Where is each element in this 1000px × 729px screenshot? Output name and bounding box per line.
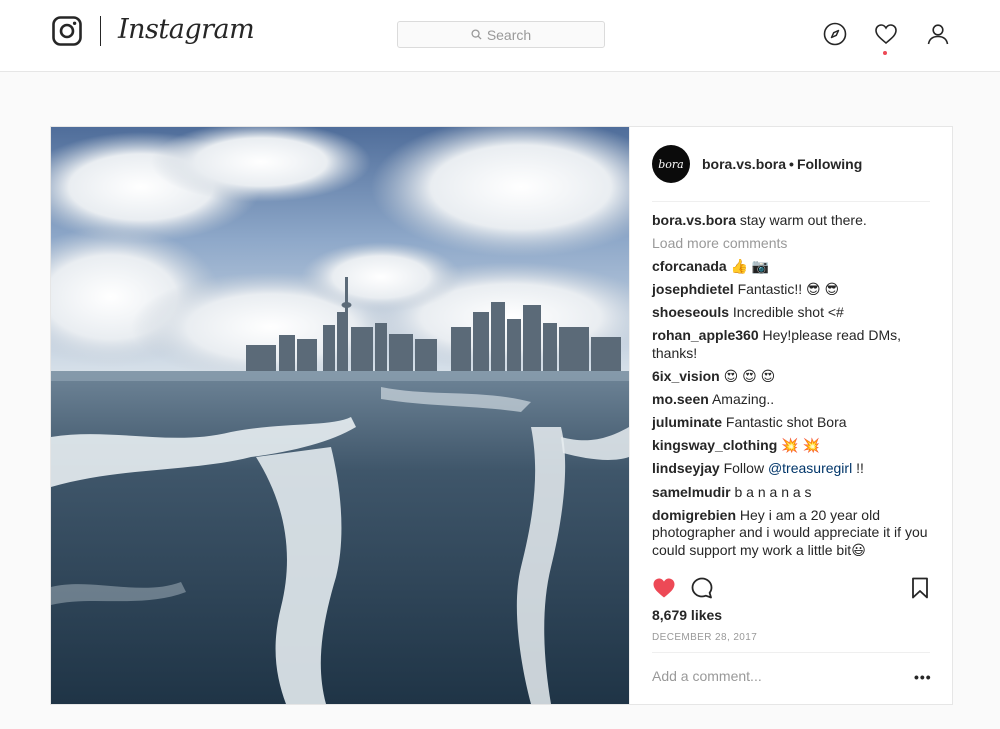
load-more-comments-button[interactable]: Load more comments (652, 235, 934, 253)
bookmark-icon[interactable] (908, 576, 934, 602)
notification-dot (883, 51, 887, 55)
comment-username[interactable]: bora.vs.bora (652, 212, 736, 228)
comment-username[interactable]: lindseyjay (652, 460, 720, 476)
compass-icon[interactable] (822, 21, 848, 47)
comment-item: lindseyjay Follow @treasuregirl !! (652, 460, 934, 478)
search-placeholder: Search (486, 26, 532, 43)
comment-text: 👍 📷 (730, 258, 770, 275)
search-input[interactable]: Search (397, 21, 605, 48)
divider (652, 201, 930, 202)
post-photo[interactable] (51, 127, 629, 704)
comment-username[interactable]: josephdietel (652, 281, 734, 297)
comment-username[interactable]: rohan_apple360 (652, 327, 759, 343)
comment-text: Follow (723, 460, 765, 477)
comment-text: !! (856, 460, 864, 477)
comment-text: Fantastic!! 😎 😎 (737, 281, 840, 298)
comment-item: juluminate Fantastic shot Bora (652, 414, 934, 432)
comment-item: kingsway_clothing 💥 💥 (652, 437, 934, 455)
search-icon (471, 29, 482, 40)
comment-item: mo.seen Amazing.. (652, 391, 934, 409)
comment-username[interactable]: shoeseouls (652, 304, 729, 320)
comment-text: 😍 😍 😍 (723, 368, 776, 385)
comments-list: bora.vs.bora stay warm out there. Load m… (652, 212, 934, 565)
avatar[interactable]: bora (652, 145, 690, 183)
post-sidebar: bora bora.vs.bora • Following bora.vs.bora… (629, 127, 952, 704)
logo-divider (100, 16, 101, 46)
post-card: bora bora.vs.bora • Following bora.vs.bora… (50, 126, 953, 705)
follow-state-button[interactable]: Following (797, 156, 862, 172)
comment-username[interactable]: juluminate (652, 414, 722, 430)
comment-username[interactable]: cforcanada (652, 258, 727, 274)
post-date[interactable]: DECEMBER 28, 2017 (652, 632, 757, 643)
heart-icon[interactable] (873, 21, 899, 47)
header-separator: • (789, 156, 794, 172)
comment-username[interactable]: kingsway_clothing (652, 437, 777, 453)
instagram-wordmark[interactable]: Instagram (118, 14, 255, 45)
comment-item: cforcanada 👍 📷 (652, 258, 934, 276)
comment-item: rohan_apple360 Hey!please read DMs, than… (652, 327, 934, 362)
comment-text: b a n a n a s (734, 483, 812, 500)
top-navigation-bar: Instagram Search (0, 0, 1000, 72)
comment-username[interactable]: 6ix_vision (652, 368, 720, 384)
comment-text: Incredible shot <# (732, 304, 844, 321)
caption: bora.vs.bora stay warm out there. (652, 212, 934, 230)
comment-item: 6ix_vision 😍 😍 😍 (652, 368, 934, 386)
post-actions (652, 576, 934, 602)
comment-item: shoeseouls Incredible shot <# (652, 304, 934, 322)
post-username[interactable]: bora.vs.bora (702, 156, 786, 172)
likes-count[interactable]: 8,679 likes (652, 607, 722, 623)
mention-link[interactable]: @treasuregirl (768, 460, 852, 476)
divider (652, 652, 930, 653)
comment-text: Amazing.. (711, 391, 775, 408)
comment-username[interactable]: mo.seen (652, 391, 709, 407)
instagram-glyph-icon[interactable] (52, 16, 82, 46)
add-comment-input[interactable] (652, 668, 892, 684)
comment-item: samelmudir b a n a n a s (652, 484, 934, 502)
comment-icon[interactable] (690, 576, 716, 602)
more-options-button[interactable]: ••• (914, 669, 932, 685)
like-heart-icon[interactable] (652, 576, 678, 602)
person-icon[interactable] (925, 21, 951, 47)
comment-text: stay warm out there. (739, 212, 867, 228)
comment-username[interactable]: samelmudir (652, 484, 731, 500)
comment-item: josephdietel Fantastic!! 😎 😎 (652, 281, 934, 299)
comment-username[interactable]: domigrebien (652, 507, 736, 523)
post-header: bora bora.vs.bora • Following (652, 145, 862, 183)
comment-text: 💥 💥 (781, 437, 820, 454)
comment-item: domigrebien Hey i am a 20 year old photo… (652, 507, 934, 560)
comment-text: Fantastic shot Bora (725, 414, 847, 431)
post-header-text: bora.vs.bora • Following (702, 156, 862, 172)
